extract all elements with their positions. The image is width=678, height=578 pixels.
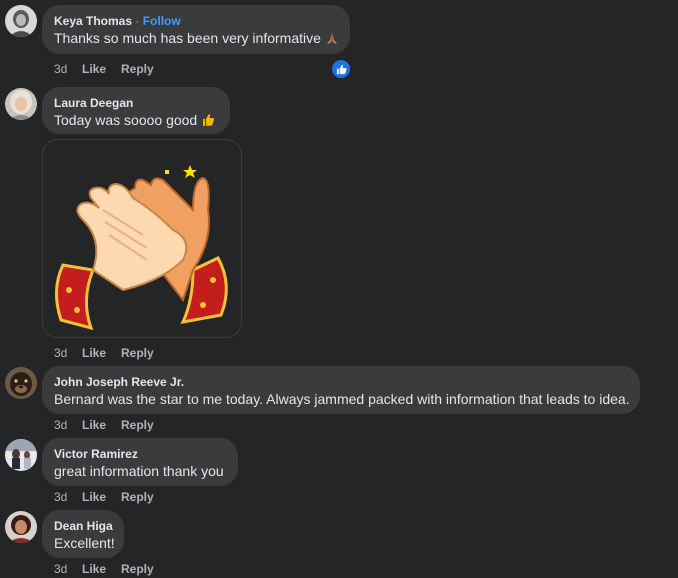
comment-bubble: John Joseph Reeve Jr. Bernard was the st… xyxy=(42,366,640,414)
follow-button[interactable]: Follow xyxy=(143,14,181,28)
comment-text: Excellent! xyxy=(54,535,115,551)
comment-actions: 3d Like Reply xyxy=(54,418,154,432)
clapping-hands-gif[interactable] xyxy=(42,139,242,338)
author-name[interactable]: Dean Higa xyxy=(54,518,113,534)
like-button[interactable]: Like xyxy=(82,62,121,76)
reply-button[interactable]: Reply xyxy=(121,418,154,432)
timestamp[interactable]: 3d xyxy=(54,346,82,360)
avatar[interactable] xyxy=(5,5,37,37)
comment-bubble: Keya Thomas · Follow Thanks so much has … xyxy=(42,5,350,54)
comment-actions: 3d Like Reply xyxy=(54,490,154,504)
comment-text: Today was soooo good xyxy=(54,112,198,128)
comment-text: great information thank you xyxy=(54,463,224,479)
reply-button[interactable]: Reply xyxy=(121,346,154,360)
avatar[interactable] xyxy=(5,511,37,543)
thumbs-up-reaction-icon[interactable] xyxy=(330,58,352,80)
avatar[interactable] xyxy=(5,439,37,471)
comment-text: Bernard was the star to me today. Always… xyxy=(54,391,630,407)
like-button[interactable]: Like xyxy=(82,346,121,360)
author-name[interactable]: Victor Ramirez xyxy=(54,446,226,462)
avatar[interactable] xyxy=(5,367,37,399)
like-button[interactable]: Like xyxy=(82,490,121,504)
folded-hands-emoji-icon xyxy=(325,31,339,49)
reply-button[interactable]: Reply xyxy=(121,62,154,76)
timestamp[interactable]: 3d xyxy=(54,562,82,576)
comment-bubble: Laura Deegan Today was soooo good xyxy=(42,87,230,134)
author-name[interactable]: Keya Thomas xyxy=(54,14,132,28)
comment-actions: 3d Like Reply xyxy=(54,346,154,360)
like-button[interactable]: Like xyxy=(82,418,121,432)
timestamp[interactable]: 3d xyxy=(54,490,82,504)
timestamp[interactable]: 3d xyxy=(54,418,82,432)
comment-bubble: Dean Higa Excellent! xyxy=(42,510,124,558)
like-button[interactable]: Like xyxy=(82,562,121,576)
reply-button[interactable]: Reply xyxy=(121,562,154,576)
comment-actions: 3d Like Reply xyxy=(54,62,154,76)
comment-text: Thanks so much has been very informative xyxy=(54,30,321,46)
author-name[interactable]: Laura Deegan xyxy=(54,95,218,111)
reply-button[interactable]: Reply xyxy=(121,490,154,504)
thumbs-up-emoji-icon xyxy=(201,113,215,131)
separator: · xyxy=(135,14,140,28)
comment-bubble: Victor Ramirez great information thank y… xyxy=(42,438,238,486)
avatar[interactable] xyxy=(5,88,37,120)
comment-actions: 3d Like Reply xyxy=(54,562,154,576)
timestamp[interactable]: 3d xyxy=(54,62,82,76)
author-name[interactable]: John Joseph Reeve Jr. xyxy=(54,374,628,390)
